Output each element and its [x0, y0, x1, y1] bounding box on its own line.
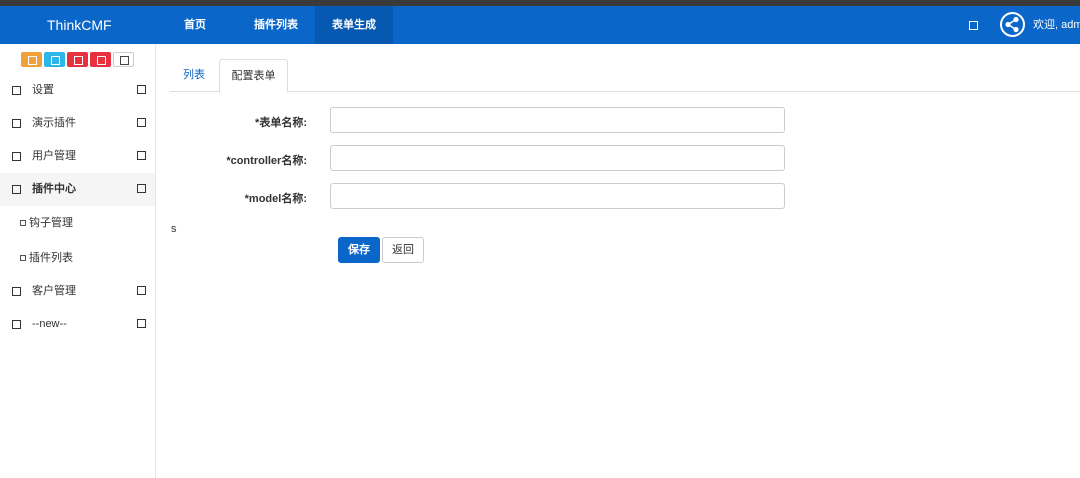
sidebar-item-label: 插件中心: [32, 183, 76, 195]
model-name-input[interactable]: [330, 183, 785, 209]
swatch-orange[interactable]: [21, 52, 42, 67]
back-button[interactable]: 返回: [382, 237, 424, 263]
expand-icon: [137, 286, 146, 295]
sidebar-subitem-hook-manage[interactable]: 钩子管理: [0, 206, 155, 241]
expand-icon: [137, 85, 146, 94]
sidebar-item-label: 演示插件: [32, 117, 76, 129]
nav-plugin-list[interactable]: 插件列表: [240, 6, 312, 44]
expand-icon: [137, 319, 146, 328]
form-name-input[interactable]: [330, 107, 785, 133]
sidebar-item-label: 设置: [32, 84, 54, 96]
expand-icon: [137, 151, 146, 160]
controller-name-input[interactable]: [330, 145, 785, 171]
swatch-white[interactable]: [113, 52, 134, 67]
bullet-icon: [20, 255, 26, 261]
sidebar-item-user-manage[interactable]: 用户管理: [0, 140, 155, 173]
sidebar-subitem-plugin-list[interactable]: 插件列表: [0, 241, 155, 276]
model-name-label: *model名称:: [244, 193, 307, 205]
save-button[interactable]: 保存: [338, 237, 380, 263]
brand-logo[interactable]: ThinkCMF: [47, 6, 112, 44]
sidebar-item-label: 客户管理: [32, 285, 76, 297]
new-icon: [12, 320, 21, 329]
settings-icon: [12, 86, 21, 95]
sidebar-item-label: 用户管理: [32, 150, 76, 162]
user-icon: [12, 152, 21, 161]
sidebar-item-label: --new--: [32, 318, 67, 330]
tab-list[interactable]: 列表: [170, 59, 218, 92]
stray-text: s: [171, 223, 177, 235]
swatch-red-2[interactable]: [90, 52, 111, 67]
bullet-icon: [20, 220, 26, 226]
sidebar-item-demo-plugin[interactable]: 演示插件: [0, 107, 155, 140]
collapse-icon: [137, 184, 146, 193]
content-tabs: 列表 配置表单: [170, 59, 1080, 93]
sidebar-item-settings[interactable]: 设置: [0, 74, 155, 107]
tab-config-form[interactable]: 配置表单: [219, 59, 288, 93]
swatch-cyan[interactable]: [44, 52, 65, 67]
sidebar-item-new[interactable]: --new--: [0, 308, 155, 341]
sidebar-item-plugin-center[interactable]: 插件中心: [0, 173, 155, 206]
sidebar-item-customer-manage[interactable]: 客户管理: [0, 275, 155, 308]
welcome-user[interactable]: 欢迎, admin: [1033, 6, 1080, 44]
sidebar: 设置 演示插件 用户管理 插件中心 钩子管理 插件列表 客户管理 --new--: [0, 44, 156, 478]
share-icon: [1005, 16, 1019, 33]
controller-name-label: *controller名称:: [226, 155, 307, 167]
form-name-label: *表单名称:: [255, 117, 307, 129]
customer-icon: [12, 287, 21, 296]
top-navbar: ThinkCMF 首页 插件列表 表单生成 欢迎, admin: [0, 6, 1080, 44]
sidebar-subitem-label: 钩子管理: [29, 217, 73, 229]
expand-icon: [137, 118, 146, 127]
avatar[interactable]: [1000, 12, 1025, 37]
sidebar-subitem-label: 插件列表: [29, 252, 73, 264]
plugin-center-icon: [12, 185, 21, 194]
swatch-red[interactable]: [67, 52, 88, 67]
nav-home[interactable]: 首页: [165, 6, 225, 44]
plugin-icon: [12, 119, 21, 128]
fullscreen-icon[interactable]: [969, 21, 978, 30]
nav-form-generate[interactable]: 表单生成: [315, 6, 393, 44]
